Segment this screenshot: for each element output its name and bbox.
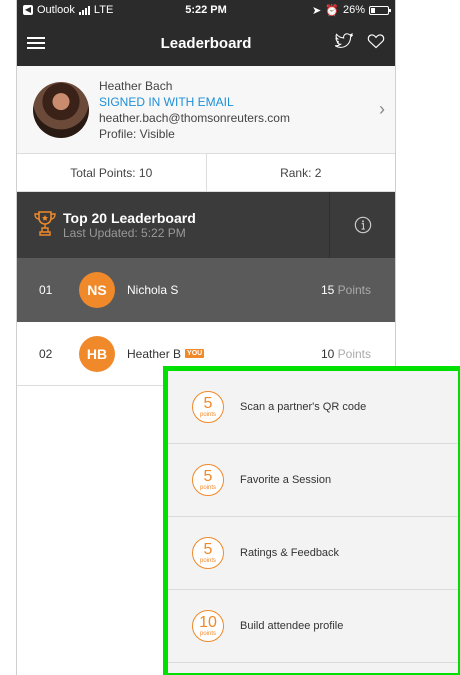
task-item[interactable]: 5 points Scan a partner's QR code: [168, 371, 458, 444]
profile-email: heather.bach@thomsonreuters.com: [99, 110, 290, 125]
task-label: Favorite a Session: [240, 474, 332, 486]
avatar: [33, 81, 89, 138]
points-badge: 5 points: [192, 464, 224, 496]
status-left: ◀ Outlook LTE: [23, 4, 113, 16]
points-badge: 10 points: [192, 610, 224, 642]
profile-name: Heather Bach: [99, 78, 173, 93]
task-points: 5: [203, 468, 213, 485]
points-unit: points: [199, 412, 216, 418]
initials-avatar: HB: [79, 335, 115, 372]
row-name: Heather B: [127, 346, 182, 361]
nav-bar: Leaderboard: [17, 20, 395, 66]
profile-info: Heather Bach SIGNED IN WITH EMAIL heathe…: [99, 78, 379, 142]
status-bar: ◀ Outlook LTE 5:22 PM ➤ ⏰ 26%: [17, 0, 395, 20]
points-label: Points: [337, 283, 371, 297]
task-label: Scan a partner's QR code: [240, 401, 367, 413]
initials-avatar: NS: [79, 272, 115, 308]
row-rank: 02: [39, 346, 53, 361]
nav-actions: [333, 32, 385, 54]
rank: Rank: 2: [280, 165, 322, 180]
task-points: 10: [199, 614, 217, 631]
signin-status: SIGNED IN WITH EMAIL: [99, 94, 234, 109]
task-points: 5: [203, 541, 213, 558]
you-badge: YOU: [185, 349, 205, 358]
row-name: Nichola S: [127, 283, 179, 297]
total-points: Total Points: 10: [17, 154, 207, 191]
row-points-group: 10 Points: [321, 347, 371, 361]
points-badge: 5 points: [192, 537, 224, 569]
twitter-bird-icon[interactable]: [333, 32, 354, 54]
leaderboard-row[interactable]: 01 NS Nichola S 15 Points: [17, 258, 395, 322]
leaderboard-header: Top 20 Leaderboard Last Updated: 5:22 PM: [17, 192, 395, 258]
row-name-group: Heather B YOU: [127, 347, 321, 361]
network-label: LTE: [93, 4, 114, 16]
task-label: Build attendee profile: [240, 620, 344, 632]
back-to-app-icon[interactable]: ◀: [23, 5, 33, 15]
row-points: 15: [320, 283, 335, 297]
row-points-group: 15 Points: [321, 283, 371, 297]
signal-icon: [78, 5, 90, 15]
row-name-group: Nichola S: [127, 283, 321, 297]
points-badge: 5 points: [192, 391, 224, 423]
leaderboard-title: Top 20 Leaderboard: [63, 210, 196, 226]
points-unit: points: [199, 631, 216, 637]
leaderboard-title-group: Top 20 Leaderboard Last Updated: 5:22 PM: [33, 210, 329, 241]
carrier-label: Outlook: [37, 4, 75, 16]
battery-percent: 26%: [342, 4, 365, 16]
leaderboard-last-updated: Last Updated: 5:22 PM: [63, 226, 186, 240]
task-item[interactable]: 5 points Favorite a Session: [168, 444, 458, 517]
points-tasks-panel: 5 points Scan a partner's QR code 5 poin…: [163, 366, 460, 675]
alarm-icon: ⏰: [325, 4, 339, 17]
trophy-icon: [33, 210, 57, 241]
info-button[interactable]: [329, 192, 395, 258]
info-icon: [354, 216, 371, 234]
stats-bar: Total Points: 10 Rank: 2: [17, 154, 395, 192]
battery-fill: [371, 7, 376, 13]
location-icon: ➤: [312, 4, 322, 17]
task-points: 5: [203, 395, 213, 412]
hamburger-menu-icon[interactable]: [27, 37, 45, 49]
task-item[interactable]: 10 points Build attendee profile: [168, 590, 458, 663]
battery-icon: [369, 5, 391, 15]
status-right: ➤ ⏰ 26%: [312, 4, 391, 17]
profile-visibility: Profile: Visible: [99, 126, 175, 141]
task-item[interactable]: 5 points Ratings & Feedback: [168, 517, 458, 590]
task-label: Ratings & Feedback: [240, 547, 340, 559]
points-unit: points: [199, 485, 216, 491]
row-rank: 01: [39, 283, 53, 297]
chevron-right-icon: ›: [379, 99, 385, 119]
points-label: Points: [337, 346, 371, 361]
profile-card[interactable]: Heather Bach SIGNED IN WITH EMAIL heathe…: [17, 66, 395, 154]
points-unit: points: [199, 558, 216, 564]
row-points: 10: [320, 346, 335, 361]
heart-icon[interactable]: [367, 33, 385, 54]
